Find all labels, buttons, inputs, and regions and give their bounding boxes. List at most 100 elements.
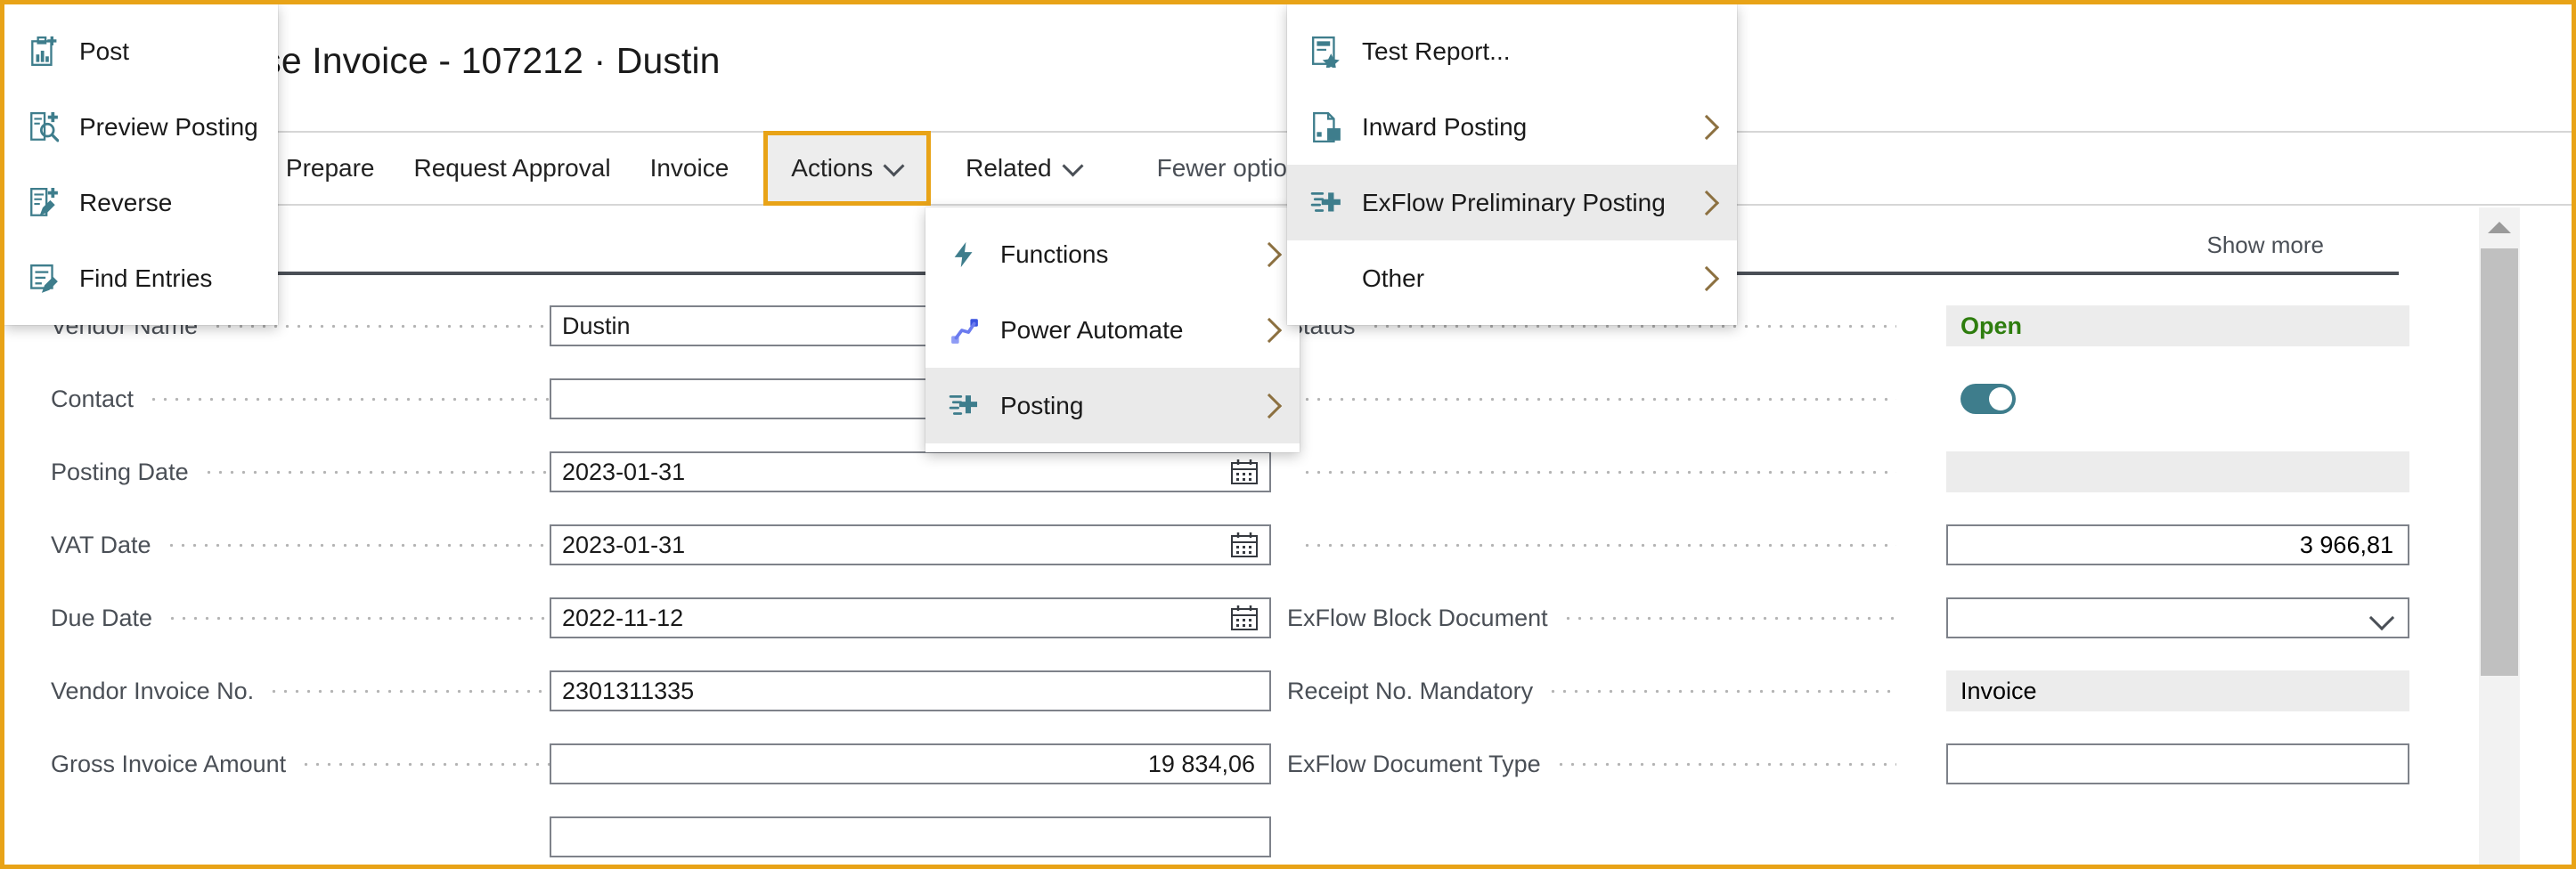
field-label: Receipt No. Mandatory [1287,677,1534,704]
test-report-icon [1308,34,1344,69]
lightning-icon [947,237,982,272]
posting-plus-icon [947,388,982,424]
exflow-block-document-select[interactable] [1946,597,2409,638]
vendor-invoice-no-input[interactable]: 2301311335 [550,670,1271,711]
gross-invoice-amount-input[interactable]: 19 834,06 [550,743,1271,784]
menu-item-label: Preview Posting [79,112,258,141]
menu-item-post[interactable]: Post [4,13,278,89]
chevron-right-icon [1696,268,1717,289]
purchase-invoice-window: Edit - Purchase Invoice - 107212 · Dusti… [0,0,2576,869]
input-value: 19 834,06 [1147,750,1255,777]
ribbon-tab-actions[interactable]: Actions [763,131,932,206]
menu-item-label: Functions [1000,240,1109,268]
menu-item-label: Test Report... [1362,37,1511,65]
amount-input[interactable]: 3 966,81 [1946,524,2409,565]
leader-dots [1561,605,1896,630]
menu-item-exflow-preliminary-posting[interactable]: ExFlow Preliminary Posting [1287,165,1737,240]
menu-item-power-automate[interactable]: Power Automate [925,292,1300,368]
field-row-exflow-document-type: ExFlow Document Type [1287,743,1911,784]
menu-item-label: Inward Posting [1362,112,1528,141]
ribbon-tab-prepare[interactable]: Prepare [266,141,395,196]
menu-item-inward-posting[interactable]: Inward Posting [1287,89,1737,165]
right-value-7[interactable] [1946,743,2409,784]
power-automate-icon [947,313,982,348]
value-text: Invoice [1961,677,2037,704]
ribbon-tab-label: Related [966,154,1052,182]
ribbon-tab-invoice[interactable]: Invoice [631,141,749,196]
exflow-toggle-switch[interactable] [1961,384,2016,414]
field-label: Vendor Invoice No. [51,677,255,704]
calendar-icon[interactable] [1230,605,1259,631]
exflow-preliminary-posting-submenu: Post Preview Posting Reverse Find Entrie… [4,4,278,325]
input-value: Dustin [562,312,631,339]
input-value: 3 966,81 [2299,531,2393,558]
field-label: ExFlow Block Document [1287,604,1548,631]
field-label: VAT Date [51,531,151,558]
ribbon-tab-request-approval[interactable]: Request Approval [395,141,631,196]
vat-date-input[interactable]: 2023-01-31 [550,524,1271,565]
show-more-link[interactable]: Show more [2207,231,2325,259]
menu-item-reverse[interactable]: Reverse [4,165,278,240]
posting-submenu: Test Report... Inward Posting ExFlow Pre… [1287,4,1737,325]
menu-item-test-report[interactable]: Test Report... [1287,13,1737,89]
vat-date-field-wrap: 2023-01-31 [550,524,1271,565]
post-icon [26,34,61,69]
chevron-down-icon [2370,606,2393,629]
menu-item-label: Posting [1000,391,1084,419]
leader-dots [1301,532,1896,557]
leader-dots [1554,751,1896,776]
menu-item-preview-posting[interactable]: Preview Posting [4,89,278,165]
field-label: Contact [51,385,135,412]
scrollbar-thumb[interactable] [2481,248,2518,676]
input-value: 2301311335 [562,677,695,704]
ribbon-tab-related[interactable]: Related [946,141,1102,196]
calendar-icon[interactable] [1230,532,1259,558]
menu-item-other[interactable]: Other [1287,240,1737,316]
menu-item-find-entries[interactable]: Find Entries [4,240,278,316]
field-label: ExFlow Document Type [1287,750,1541,777]
exflow-document-type-value: Invoice [1946,670,2409,711]
menu-item-label: Find Entries [79,264,213,292]
actions-dropdown-menu: Functions Power Automate Posting [925,207,1300,452]
field-label: Gross Invoice Amount [51,750,287,777]
field-row-exflow-block-document: ExFlow Block Document [1287,597,1911,638]
menu-item-label: Post [79,37,130,65]
field-row-mid-3 [1287,451,1911,492]
vertical-scrollbar[interactable] [2479,207,2520,865]
chevron-right-icon [1259,320,1280,341]
posting-plus-icon [1308,185,1344,221]
field-row-mid-4 [1287,524,1911,565]
scroll-up-icon[interactable] [2479,207,2520,247]
next-field-wrap [550,816,1271,857]
chevron-right-icon [1259,395,1280,417]
toggle-row [1946,378,2409,419]
reverse-icon [26,185,61,221]
field-row-receipt-no-mandatory: Receipt No. Mandatory [1287,670,1911,711]
next-input[interactable] [550,816,1271,857]
right-value-column: Open 3 966,81 Invoice [1946,305,2409,816]
chevron-down-icon [1064,157,1082,175]
input-value: 2023-01-31 [562,531,686,558]
menu-item-label: Power Automate [1000,315,1184,344]
vendor-invoice-no-field-wrap: 2301311335 [550,670,1271,711]
chevron-right-icon [1696,117,1717,138]
inward-posting-icon [1308,110,1344,145]
gross-invoice-amount-field-wrap: 19 834,06 [550,743,1271,784]
menu-item-label: ExFlow Preliminary Posting [1362,188,1666,216]
field-label: Due Date [51,604,153,631]
input-value: 2023-01-31 [562,458,686,485]
input-value: 2022-11-12 [562,604,684,631]
menu-item-functions[interactable]: Functions [925,216,1300,292]
leader-dots [1547,678,1896,703]
calendar-icon[interactable] [1230,459,1259,485]
field-label: Posting Date [51,458,189,485]
ribbon-tab-label: Request Approval [413,154,611,182]
find-entries-icon [26,261,61,296]
menu-item-posting[interactable]: Posting [925,368,1300,443]
leader-dots [1301,386,1896,411]
status-badge: Open [1946,305,2409,346]
due-date-input[interactable]: 2022-11-12 [550,597,1271,638]
preview-posting-icon [26,110,61,145]
posting-date-input[interactable]: 2023-01-31 [550,451,1271,492]
middle-label-column: Status ExFlow Block Document Receipt No.… [1287,305,1928,816]
